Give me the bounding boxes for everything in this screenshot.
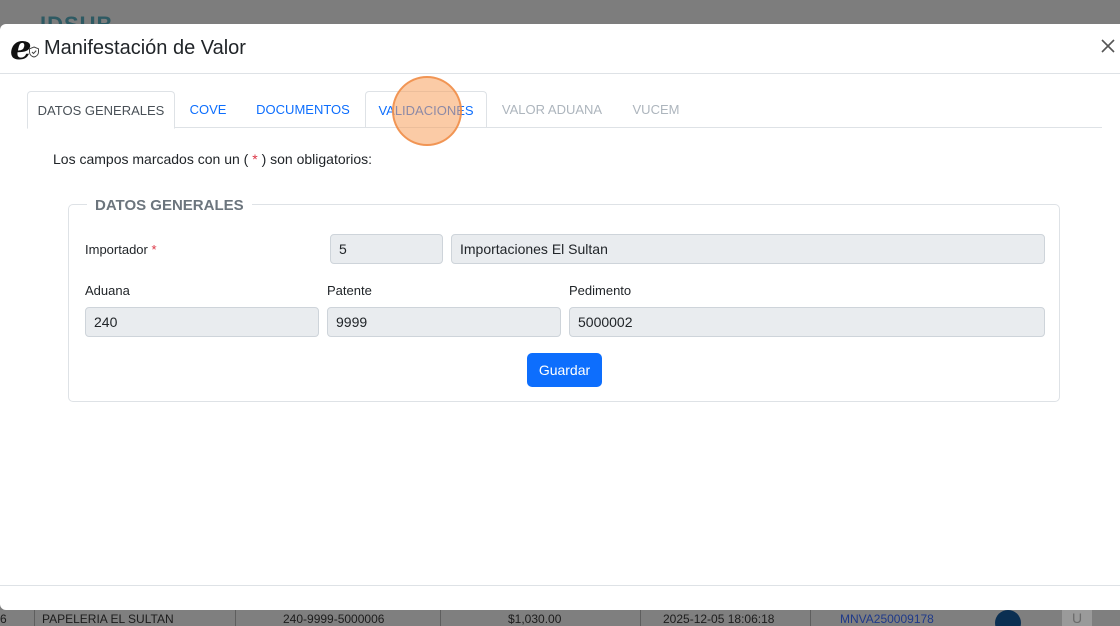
row-u-button[interactable]: U [1062, 610, 1092, 626]
tab-vucem: VUCEM [632, 102, 680, 117]
row-folio-link[interactable]: MNVA25000917​8 [840, 612, 934, 626]
importador-label: Importador * [85, 242, 157, 257]
cell-divider [440, 610, 441, 626]
row-datetime: 2025-12-05 18:06:18 [663, 612, 775, 626]
row-amount: $1,030.00 [508, 612, 562, 626]
tab-bar: DATOS GENERALES COVE DOCUMENTOS VALIDACI… [27, 91, 1102, 129]
save-button[interactable]: Guardar [527, 353, 602, 387]
patente-label: Patente [327, 283, 372, 298]
pedimento-field[interactable]: 5000002 [569, 307, 1045, 337]
modal-header: e Manifestación de Valor [0, 24, 1120, 74]
close-icon[interactable] [1100, 38, 1120, 60]
cell-divider [235, 610, 236, 626]
required-fields-note: Los campos marcados con un ( * ) son obl… [53, 151, 373, 167]
cell-divider [810, 610, 811, 626]
clock-icon[interactable] [995, 610, 1021, 626]
cell-divider [34, 610, 35, 626]
modal-footer-divider [0, 585, 1120, 586]
importador-name-field[interactable]: Importaciones El Sultan [451, 234, 1045, 264]
tab-datos-generales[interactable]: DATOS GENERALES [27, 91, 175, 129]
brand-e-shield-icon: e [10, 28, 42, 68]
pedimento-label: Pedimento [569, 283, 632, 298]
tab-cove[interactable]: COVE [179, 91, 237, 128]
section-title: DATOS GENERALES [87, 197, 252, 214]
aduana-field[interactable]: 240 [85, 307, 319, 337]
tab-documentos[interactable]: DOCUMENTOS [247, 91, 359, 128]
modal-title: Manifestación de Valor [44, 37, 246, 59]
importador-code-field[interactable]: 5 [330, 234, 443, 264]
background-table-row: 6 PAPELERIA EL SULTAN 240-9999-5000006 $… [0, 610, 1120, 626]
tab-valor-aduana: VALOR ADUANA [501, 102, 603, 117]
row-index: 6 [0, 612, 7, 626]
row-company: PAPELERIA EL SULTAN [42, 612, 174, 626]
cell-divider [640, 610, 641, 626]
tab-validaciones[interactable]: VALIDACIONES [365, 91, 487, 128]
datos-generales-section: DATOS GENERALES Importador * 5 Importaci… [68, 197, 1060, 402]
patente-field[interactable]: 9999 [327, 307, 561, 337]
background-header: IDSUB [0, 0, 1120, 37]
aduana-label: Aduana [85, 283, 130, 298]
row-pedimento: 240-9999-5000006 [283, 612, 385, 626]
manifestacion-modal: e Manifestación de Valor DATOS GENERALES… [0, 24, 1120, 610]
